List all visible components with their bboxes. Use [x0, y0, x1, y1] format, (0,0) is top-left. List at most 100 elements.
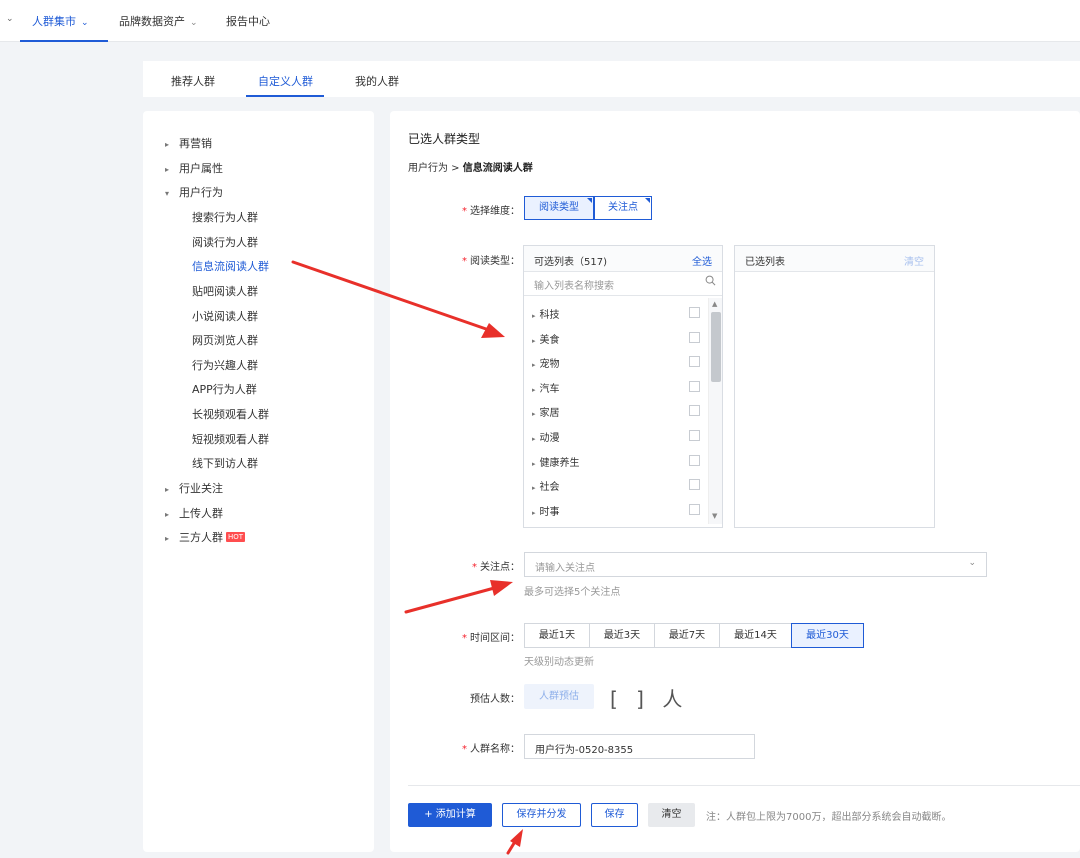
tree-child-novel-reading[interactable]: 小说阅读人群: [192, 308, 258, 324]
read-type-label: * 阅读类型：: [450, 252, 520, 267]
tree-child-web-browsing[interactable]: 网页浏览人群: [192, 332, 258, 348]
caret-right-icon: ▸: [532, 435, 536, 443]
required-mark: *: [472, 562, 477, 573]
tab-recommended-crowd[interactable]: 推荐人群: [171, 73, 215, 89]
list-item[interactable]: ▸ 时事: [532, 503, 560, 518]
caret-right-icon: ▸: [165, 485, 170, 494]
divider: [408, 785, 1080, 786]
dimension-focus-button[interactable]: 关注点: [594, 196, 652, 220]
label-text: 关注点：: [480, 562, 520, 573]
caret-right-icon: ▸: [532, 386, 536, 394]
add-calculation-button[interactable]: + 添加计算: [408, 803, 492, 827]
item-checkbox[interactable]: [689, 332, 700, 343]
nav-crowd-market[interactable]: 人群集市 ⌄: [32, 13, 89, 29]
focus-hint: 最多可选择5个关注点: [524, 587, 621, 598]
caret-right-icon: ▸: [532, 509, 536, 517]
time-3-days-button[interactable]: 最近3天: [589, 623, 655, 648]
item-label: 宠物: [539, 359, 560, 370]
scrollbar-thumb[interactable]: [711, 312, 721, 382]
time-30-days-button[interactable]: 最近30天: [791, 623, 864, 648]
tree-item-label: 用户属性: [179, 162, 223, 175]
focus-select[interactable]: 请输入关注点 ⌄: [524, 552, 987, 577]
label-text: 人群名称：: [470, 744, 520, 755]
select-all-link[interactable]: 全选: [692, 253, 712, 268]
save-button[interactable]: 保存: [591, 803, 638, 827]
crowd-name-input[interactable]: 用户行为-0520-8355: [524, 734, 755, 759]
tree-item-user-attributes[interactable]: ▸ 用户属性: [165, 160, 223, 176]
caret-right-icon: ▸: [165, 140, 170, 149]
tree-item-user-behavior[interactable]: ▾ 用户行为: [165, 184, 223, 200]
item-label: 健康养生: [539, 458, 580, 469]
breadcrumb-parent: 用户行为 >: [408, 163, 463, 174]
available-list-header: 可选列表（517) 全选: [524, 246, 722, 272]
tree-child-tieba-reading[interactable]: 贴吧阅读人群: [192, 283, 258, 299]
chevron-down-icon: ⌄: [190, 18, 198, 28]
list-item[interactable]: ▸ 社会: [532, 478, 560, 493]
item-checkbox[interactable]: [689, 455, 700, 466]
list-item[interactable]: ▸ 健康养生: [532, 454, 580, 469]
list-item[interactable]: ▸ 汽车: [532, 380, 560, 395]
item-checkbox[interactable]: [689, 405, 700, 416]
time-7-days-button[interactable]: 最近7天: [654, 623, 720, 648]
caret-right-icon: ▸: [532, 484, 536, 492]
item-label: 动漫: [539, 433, 560, 444]
list-item[interactable]: ▸ 动漫: [532, 429, 560, 444]
selected-corner-icon: [587, 198, 592, 203]
list-item[interactable]: ▸ 科技: [532, 306, 560, 321]
item-checkbox[interactable]: [689, 356, 700, 367]
caret-down-icon: ▾: [165, 189, 170, 198]
breadcrumb-current: 信息流阅读人群: [462, 163, 533, 174]
tree-child-search-behavior[interactable]: 搜索行为人群: [192, 209, 258, 225]
tree-child-short-video[interactable]: 短视频观看人群: [192, 431, 269, 447]
label-text: 选择维度：: [470, 206, 520, 217]
list-item[interactable]: ▸ 家居: [532, 404, 560, 419]
required-mark: *: [462, 206, 467, 217]
item-checkbox[interactable]: [689, 381, 700, 392]
crowd-name-label: * 人群名称：: [450, 740, 520, 755]
tree-item-uploaded-crowd[interactable]: ▸ 上传人群: [165, 505, 223, 521]
tree-item-industry-focus[interactable]: ▸ 行业关注: [165, 480, 223, 496]
tab-custom-crowd[interactable]: 自定义人群: [258, 73, 313, 89]
item-checkbox[interactable]: [689, 504, 700, 515]
item-checkbox[interactable]: [689, 479, 700, 490]
caret-right-icon: ▸: [532, 361, 536, 369]
save-and-distribute-button[interactable]: 保存并分发: [502, 803, 581, 827]
dimension-read-type-button[interactable]: 阅读类型: [524, 196, 594, 220]
nav-report-center[interactable]: 报告中心: [226, 13, 270, 29]
tree-item-remarketing[interactable]: ▸ 再营销: [165, 135, 212, 151]
tree-item-label: 再营销: [179, 137, 212, 150]
scroll-down-icon[interactable]: ▼: [712, 512, 717, 520]
clear-selected-link[interactable]: 清空: [904, 253, 924, 268]
list-item[interactable]: ▸ 宠物: [532, 355, 560, 370]
scroll-up-icon[interactable]: ▲: [712, 300, 717, 308]
list-search-input[interactable]: 输入列表名称搜索: [524, 272, 722, 296]
tree-item-label: 用户行为: [179, 186, 223, 199]
nav-brand-data-assets[interactable]: 品牌数据资产 ⌄: [119, 13, 198, 29]
tree-item-third-party-crowd[interactable]: ▸ 三方人群 HOT: [165, 529, 246, 545]
list-scrollbar[interactable]: ▲ ▼: [708, 298, 722, 524]
clear-button[interactable]: 清空: [648, 803, 695, 827]
tree-child-offline-visit[interactable]: 线下到访人群: [192, 455, 258, 471]
list-item[interactable]: ▸ 美食: [532, 331, 560, 346]
sub-tabs: 推荐人群 自定义人群 我的人群: [143, 61, 1080, 97]
tab-my-crowd[interactable]: 我的人群: [355, 73, 399, 89]
tree-child-long-video[interactable]: 长视频观看人群: [192, 406, 269, 422]
time-range-label: * 时间区间：: [450, 629, 520, 644]
item-label: 汽车: [539, 384, 560, 395]
crowd-config-panel: 已选人群类型 用户行为 > 信息流阅读人群 * 选择维度： 阅读类型 关注点 * 阅…: [390, 111, 1080, 852]
estimate-button[interactable]: 人群预估: [524, 684, 594, 709]
item-checkbox[interactable]: [689, 307, 700, 318]
chevron-down-icon: ⌄: [81, 18, 89, 28]
tree-child-behavior-interest[interactable]: 行为兴趣人群: [192, 357, 258, 373]
time-1-day-button[interactable]: 最近1天: [524, 623, 590, 648]
tree-child-app-behavior[interactable]: APP行为人群: [192, 381, 257, 397]
tree-child-feed-reading[interactable]: 信息流阅读人群: [192, 258, 269, 274]
tree-child-read-behavior[interactable]: 阅读行为人群: [192, 234, 258, 250]
caret-right-icon: ▸: [165, 534, 170, 543]
time-14-days-button[interactable]: 最近14天: [719, 623, 792, 648]
chevron-down-icon[interactable]: ⌄: [6, 14, 14, 24]
estimate-result: [ ] 人: [610, 687, 689, 711]
item-checkbox[interactable]: [689, 430, 700, 441]
tree-item-label: 三方人群: [179, 531, 223, 544]
search-icon[interactable]: [705, 275, 716, 289]
